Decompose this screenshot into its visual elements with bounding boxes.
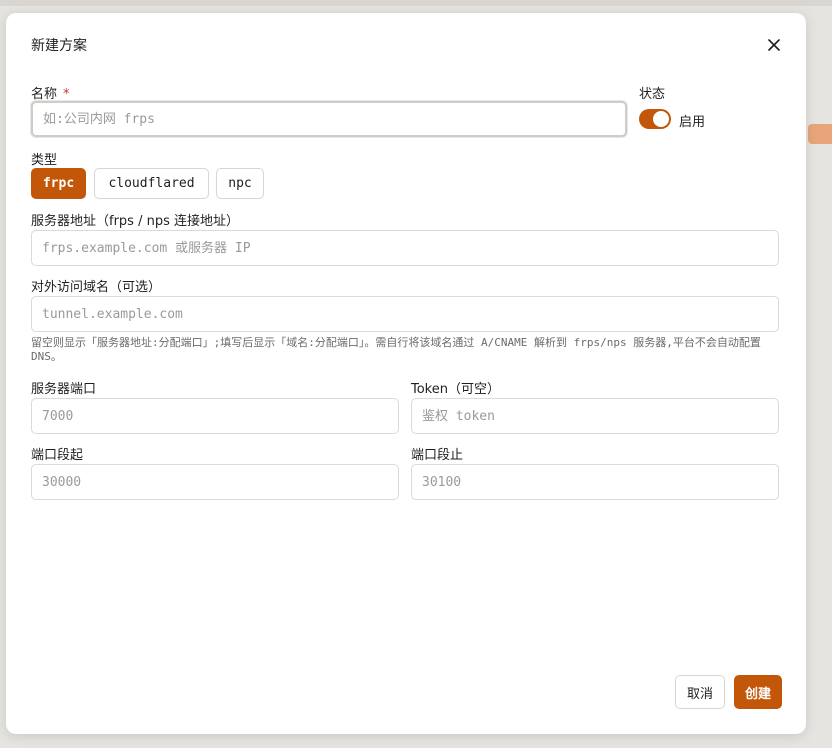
cancel-button[interactable]: 取消 [675, 675, 725, 709]
background-pill [808, 124, 832, 144]
type-option-npc[interactable]: npc [216, 168, 264, 199]
port-start-input[interactable] [31, 464, 399, 500]
server-address-input[interactable] [31, 230, 779, 266]
required-mark: * [63, 87, 70, 102]
type-option-cloudflared[interactable]: cloudflared [94, 168, 209, 199]
public-domain-input[interactable] [31, 296, 779, 332]
port-start-label: 端口段起 [31, 448, 84, 463]
new-plan-dialog: 新建方案 名称 * 状态 启用 类型 frpc cloudflared npc 服… [6, 13, 806, 734]
server-port-input[interactable] [31, 398, 399, 434]
token-label: Token（可空） [411, 382, 500, 397]
type-option-frpc[interactable]: frpc [31, 168, 86, 199]
status-label: 状态 [639, 87, 666, 102]
name-input[interactable] [31, 101, 627, 137]
port-end-input[interactable] [411, 464, 779, 500]
status-toggle[interactable] [639, 109, 671, 129]
background-bar [0, 0, 832, 6]
toggle-knob [653, 111, 669, 127]
create-button[interactable]: 创建 [734, 675, 782, 709]
token-input[interactable] [411, 398, 779, 434]
status-toggle-label: 启用 [679, 115, 706, 130]
dialog-title: 新建方案 [31, 38, 87, 54]
public-domain-label: 对外访问域名（可选） [31, 280, 162, 295]
close-icon [768, 39, 780, 51]
name-label: 名称 * [31, 83, 70, 102]
name-label-text: 名称 [31, 87, 58, 102]
port-end-label: 端口段止 [411, 448, 464, 463]
server-address-label: 服务器地址（frps / nps 连接地址） [31, 214, 239, 229]
type-label: 类型 [31, 153, 58, 168]
server-port-label: 服务器端口 [31, 382, 97, 397]
public-domain-hint: 留空则显示「服务器地址:分配端口」;填写后显示「域名:分配端口」。需自行将该域名… [31, 336, 761, 363]
close-button[interactable] [764, 35, 784, 55]
